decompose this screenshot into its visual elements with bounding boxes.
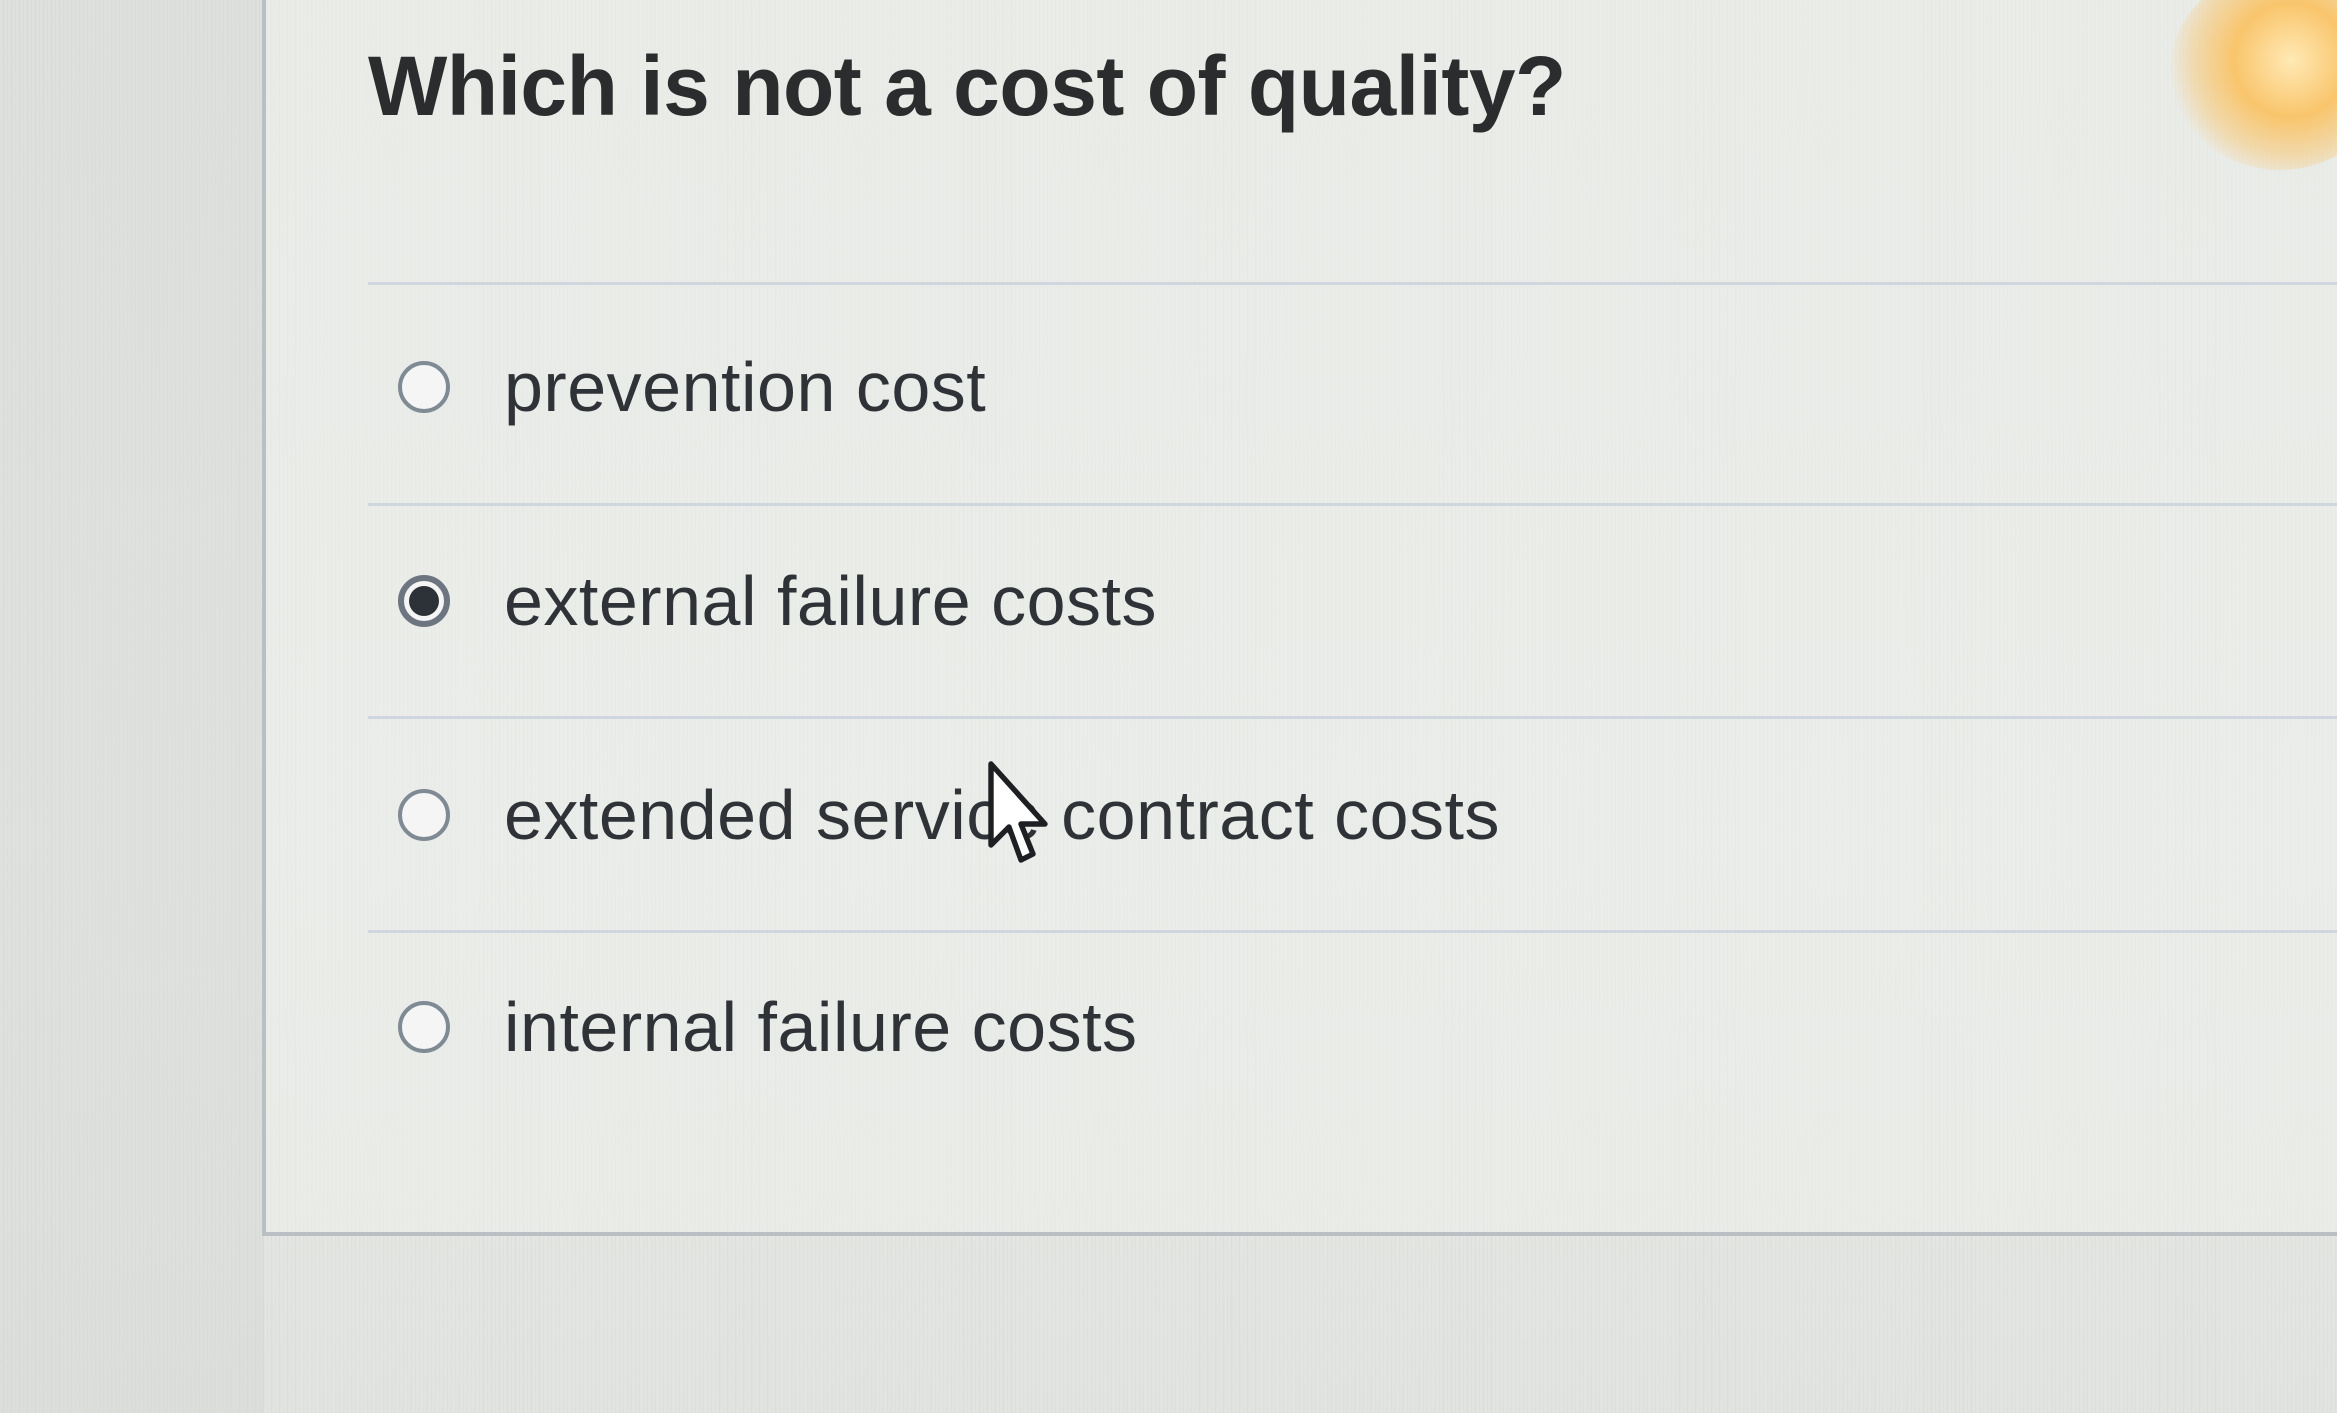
radio-unchecked-icon[interactable] — [398, 1001, 450, 1053]
option-external-failure-costs[interactable]: external failure costs — [368, 526, 2268, 676]
option-extended-service-contract-costs[interactable]: extended service contract costs — [368, 740, 2268, 890]
option-label: internal failure costs — [504, 988, 1138, 1066]
option-internal-failure-costs[interactable]: internal failure costs — [368, 952, 2268, 1102]
page-margin — [0, 0, 264, 1413]
radio-checked-icon[interactable] — [398, 575, 450, 627]
option-label: prevention cost — [504, 348, 987, 426]
divider — [368, 282, 2337, 285]
option-label: external failure costs — [504, 562, 1157, 640]
divider — [368, 503, 2337, 506]
radio-unchecked-icon[interactable] — [398, 361, 450, 413]
divider — [368, 716, 2337, 719]
question-title: Which is not a cost of quality? — [368, 39, 1566, 133]
option-prevention-cost[interactable]: prevention cost — [368, 312, 2268, 462]
divider — [368, 930, 2337, 933]
mouse-pointer-icon — [988, 761, 1048, 863]
radio-unchecked-icon[interactable] — [398, 789, 450, 841]
